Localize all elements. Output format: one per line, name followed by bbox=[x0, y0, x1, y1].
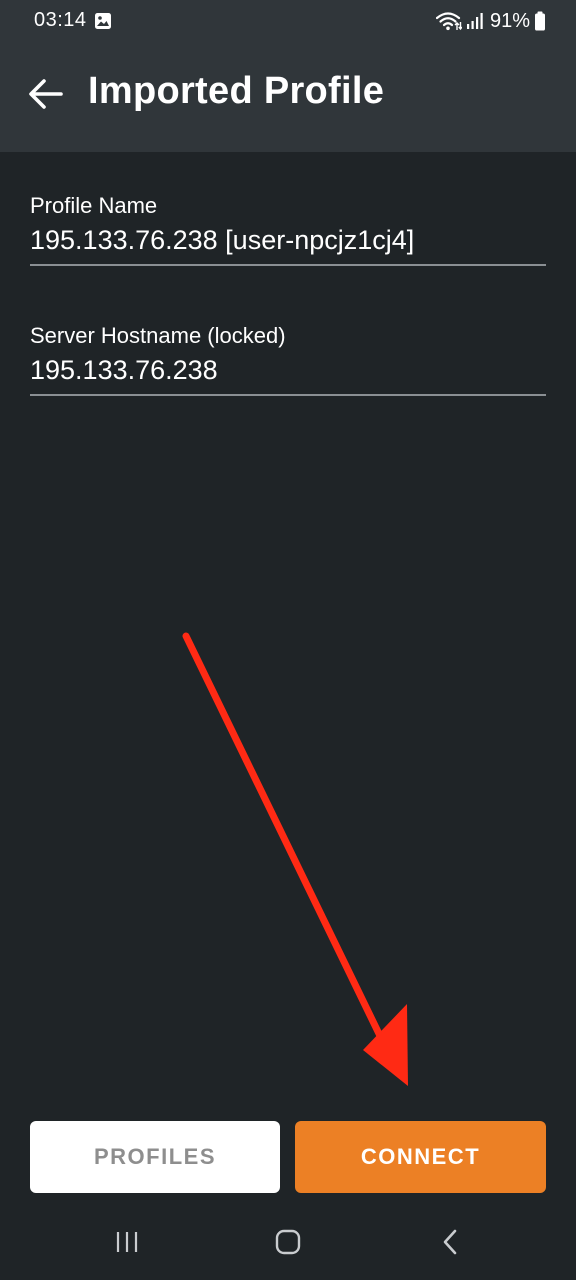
back-icon bbox=[440, 1228, 460, 1261]
back-button[interactable] bbox=[22, 72, 70, 120]
battery-icon bbox=[534, 11, 546, 31]
server-hostname-input: 195.133.76.238 bbox=[30, 352, 546, 396]
header: 03:14 91% Imported Profile bbox=[0, 0, 576, 152]
profile-name-label: Profile Name bbox=[30, 193, 158, 218]
signal-icon bbox=[466, 12, 484, 30]
server-hostname-field: Server Hostname (locked) 195.133.76.238 bbox=[30, 322, 546, 396]
recents-button[interactable] bbox=[103, 1224, 151, 1264]
status-icons: 91% bbox=[435, 8, 546, 34]
status-bar: 03:14 91% bbox=[0, 0, 576, 44]
app-bar: Imported Profile bbox=[0, 44, 576, 152]
gallery-icon bbox=[94, 12, 112, 30]
profiles-button[interactable]: PROFILES bbox=[30, 1121, 280, 1193]
profile-name-input[interactable]: 195.133.76.238 [user-npcjz1cj4] bbox=[30, 222, 546, 266]
wifi-icon bbox=[435, 11, 462, 31]
navigation-bar bbox=[0, 1208, 576, 1280]
system-back-button[interactable] bbox=[426, 1224, 474, 1264]
profile-name-field[interactable]: Profile Name 195.133.76.238 [user-npcjz1… bbox=[30, 192, 546, 266]
connect-button[interactable]: CONNECT bbox=[295, 1121, 546, 1193]
arrow-left-icon bbox=[28, 78, 64, 115]
annotation-arrow-head bbox=[363, 1004, 408, 1086]
annotation-arrow-shaft bbox=[182, 632, 386, 1044]
page-title: Imported Profile bbox=[88, 70, 385, 112]
server-hostname-label: Server Hostname (locked) bbox=[30, 323, 286, 348]
battery-percent: 91% bbox=[489, 9, 530, 32]
recents-icon bbox=[114, 1230, 140, 1259]
home-icon bbox=[275, 1229, 301, 1260]
home-button[interactable] bbox=[264, 1224, 312, 1264]
screen: 03:14 91% Imported Profile Profile Name … bbox=[0, 0, 576, 1280]
status-time: 03:14 bbox=[34, 9, 87, 31]
